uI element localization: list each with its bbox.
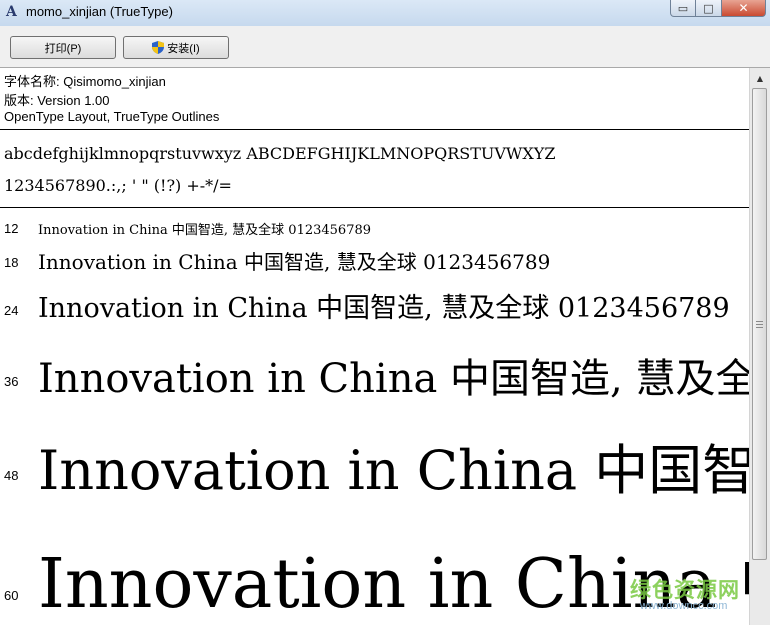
- divider: [0, 129, 749, 130]
- grip-line: [756, 324, 763, 325]
- scroll-thumb[interactable]: [752, 88, 767, 560]
- install-button-label: 安装(I): [167, 42, 200, 55]
- size-label-60: 60: [4, 588, 19, 603]
- font-version-text: 版本: Version 1.00: [4, 93, 110, 108]
- sample-text-36: Innovation in China 中国智造, 慧及全球 012345678…: [38, 356, 749, 402]
- charset-digits: 1234567890.:,; ' " (!?) +-*/=: [4, 176, 232, 195]
- grip-line: [756, 321, 763, 322]
- sample-text-18: Innovation in China 中国智造, 慧及全球 012345678…: [38, 250, 551, 274]
- window-title: momo_xinjian (TrueType): [26, 4, 173, 19]
- watermark-url: www.downcc.com: [640, 600, 728, 612]
- size-label-48: 48: [4, 468, 19, 483]
- close-icon: ✕: [738, 1, 749, 15]
- print-button[interactable]: 打印(P): [10, 36, 116, 59]
- title-bar[interactable]: A momo_xinjian (TrueType) ▭ □ ✕: [0, 0, 770, 26]
- watermark: 绿色资源网 www.downcc.com: [630, 574, 748, 618]
- sample-text-12: Innovation in China 中国智造, 慧及全球 012345678…: [38, 223, 372, 238]
- font-file-icon: A: [6, 4, 17, 20]
- caption-buttons: ▭ □ ✕: [670, 0, 766, 18]
- minimize-icon: ▭: [677, 1, 689, 15]
- maximize-icon: □: [703, 1, 714, 15]
- minimize-button[interactable]: ▭: [670, 0, 696, 17]
- size-label-12: 12: [4, 221, 19, 236]
- size-label-18: 18: [4, 255, 19, 270]
- charset-letters: abcdefghijklmnopqrstuvwxyz ABCDEFGHIJKLM…: [4, 144, 556, 163]
- font-outlines-text: OpenType Layout, TrueType Outlines: [4, 109, 220, 124]
- install-button[interactable]: 安装(I): [123, 36, 229, 59]
- toolbar: 打印(P) 安装(I): [0, 26, 770, 68]
- maximize-button[interactable]: □: [696, 0, 722, 17]
- font-viewer-window: A momo_xinjian (TrueType) ▭ □ ✕ 打印(P) 安装…: [0, 0, 770, 625]
- divider: [0, 207, 749, 208]
- size-label-24: 24: [4, 303, 19, 318]
- sample-text-24: Innovation in China 中国智造, 慧及全球 012345678…: [38, 293, 730, 324]
- close-button[interactable]: ✕: [722, 0, 766, 17]
- font-preview-pane: 字体名称: Qisimomo_xinjian 版本: Version 1.00 …: [0, 68, 749, 625]
- font-name-text: 字体名称: Qisimomo_xinjian: [4, 74, 166, 89]
- vertical-scrollbar[interactable]: ▲: [749, 68, 770, 625]
- size-label-36: 36: [4, 374, 19, 389]
- scroll-up-arrow-icon[interactable]: ▲: [752, 70, 768, 86]
- sample-text-48: Innovation in China 中国智造, 慧及全球 012345678…: [38, 439, 749, 502]
- uac-shield-icon: [152, 41, 165, 54]
- grip-line: [756, 327, 763, 328]
- print-button-label: 打印(P): [44, 42, 82, 55]
